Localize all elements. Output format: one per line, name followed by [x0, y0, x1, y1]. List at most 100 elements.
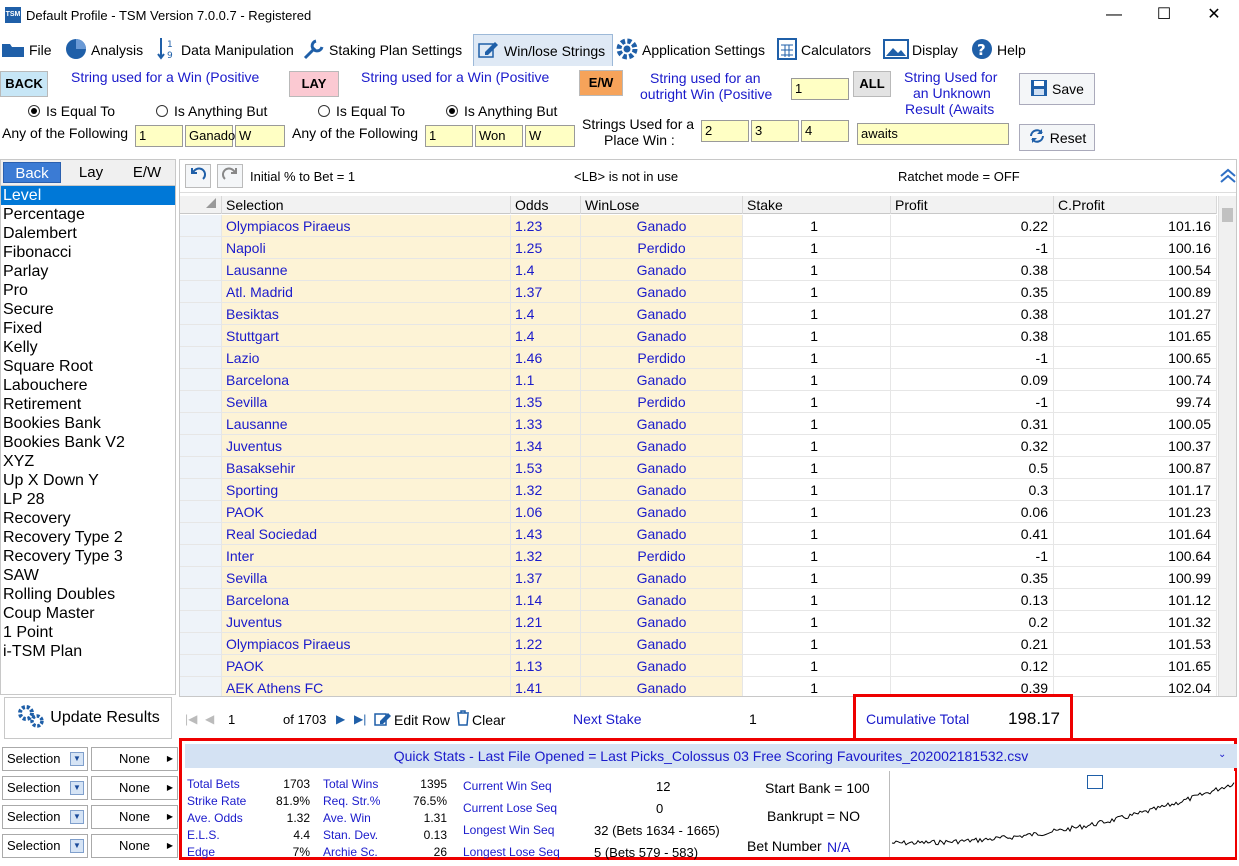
filter-value-select[interactable]: None ▶ [91, 747, 178, 771]
cell-winlose[interactable]: Ganado [581, 369, 743, 391]
plan-item[interactable]: Secure [1, 300, 175, 319]
cell-selection[interactable]: Juventus [222, 435, 511, 457]
ew-win-string[interactable]: 1 [791, 78, 849, 100]
undo-button[interactable] [185, 164, 211, 188]
plan-item[interactable]: 1 Point [1, 623, 175, 642]
cell-stake[interactable]: 1 [743, 589, 891, 611]
filter-value-select[interactable]: None ▶ [91, 805, 178, 829]
cell-profit[interactable]: 0.38 [891, 325, 1054, 347]
cell-winlose[interactable]: Ganado [581, 457, 743, 479]
row-selector[interactable] [180, 237, 222, 259]
row-selector[interactable] [180, 391, 222, 413]
table-row[interactable]: Barcelona 1.14 Ganado 1 0.13 101.12 [180, 589, 1217, 611]
save-button[interactable]: Save [1019, 73, 1095, 105]
cell-cprofit[interactable]: 101.17 [1054, 479, 1217, 501]
dropdown-arrow-icon[interactable]: ▼ [70, 752, 84, 766]
redo-button[interactable] [217, 164, 243, 188]
clear-button[interactable]: Clear [456, 710, 505, 729]
collapse-icon[interactable]: ⌄ [1218, 749, 1226, 760]
cell-selection[interactable]: Juventus [222, 611, 511, 633]
row-selector[interactable] [180, 259, 222, 281]
cell-profit[interactable]: 0.35 [891, 567, 1054, 589]
row-selector[interactable] [180, 325, 222, 347]
cell-cprofit[interactable]: 100.05 [1054, 413, 1217, 435]
row-selector[interactable] [180, 303, 222, 325]
dropdown-arrow-icon[interactable]: ▼ [70, 839, 84, 853]
row-selector[interactable] [180, 347, 222, 369]
cell-stake[interactable]: 1 [743, 523, 891, 545]
column-header[interactable]: Odds [511, 196, 581, 214]
plan-item[interactable]: XYZ [1, 452, 175, 471]
table-row[interactable]: Atl. Madrid 1.37 Ganado 1 0.35 100.89 [180, 281, 1217, 303]
cell-stake[interactable]: 1 [743, 501, 891, 523]
table-row[interactable]: Lazio 1.46 Perdido 1 -1 100.65 [180, 347, 1217, 369]
last-page-icon[interactable]: ▶| [354, 712, 366, 726]
menu-application-settings[interactable]: Application Settings [615, 34, 765, 66]
cell-winlose[interactable]: Ganado [581, 677, 743, 696]
table-row[interactable]: Lausanne 1.33 Ganado 1 0.31 100.05 [180, 413, 1217, 435]
menu-staking-plan-settings[interactable]: Staking Plan Settings [302, 34, 462, 66]
tab-ew[interactable]: E/W [119, 160, 175, 185]
cell-winlose[interactable]: Ganado [581, 281, 743, 303]
plan-item[interactable]: Percentage [1, 205, 175, 224]
cell-selection[interactable]: Olympiacos Piraeus [222, 215, 511, 237]
cell-stake[interactable]: 1 [743, 479, 891, 501]
table-row[interactable]: Napoli 1.25 Perdido 1 -1 100.16 [180, 237, 1217, 259]
back-anything-radio[interactable]: Is Anything But [156, 103, 267, 119]
cell-winlose[interactable]: Perdido [581, 237, 743, 259]
column-header[interactable]: WinLose [581, 196, 743, 214]
cell-odds[interactable]: 1.33 [511, 413, 581, 435]
cell-stake[interactable]: 1 [743, 633, 891, 655]
cell-selection[interactable]: AEK Athens FC [222, 677, 511, 696]
row-selector[interactable] [180, 655, 222, 677]
ew-place-string-3[interactable]: 4 [801, 120, 849, 142]
table-row[interactable]: Olympiacos Piraeus 1.23 Ganado 1 0.22 101.16 [180, 215, 1217, 237]
column-header[interactable]: Profit [891, 196, 1054, 214]
cell-winlose[interactable]: Perdido [581, 545, 743, 567]
cell-stake[interactable]: 1 [743, 325, 891, 347]
all-unknown-string[interactable]: awaits [857, 123, 1009, 145]
cell-cprofit[interactable]: 101.12 [1054, 589, 1217, 611]
cell-stake[interactable]: 1 [743, 611, 891, 633]
cell-cprofit[interactable]: 101.32 [1054, 611, 1217, 633]
table-row[interactable]: Juventus 1.21 Ganado 1 0.2 101.32 [180, 611, 1217, 633]
cell-odds[interactable]: 1.43 [511, 523, 581, 545]
plan-item[interactable]: Dalembert [1, 224, 175, 243]
cell-selection[interactable]: Barcelona [222, 369, 511, 391]
cell-selection[interactable]: Stuttgart [222, 325, 511, 347]
cell-profit[interactable]: 0.32 [891, 435, 1054, 457]
plan-item[interactable]: Square Root [1, 357, 175, 376]
plan-item[interactable]: Recovery [1, 509, 175, 528]
cell-stake[interactable]: 1 [743, 413, 891, 435]
table-row[interactable]: Sporting 1.32 Ganado 1 0.3 101.17 [180, 479, 1217, 501]
cell-odds[interactable]: 1.37 [511, 281, 581, 303]
grid-scrollbar[interactable] [1218, 196, 1236, 696]
cell-cprofit[interactable]: 101.64 [1054, 523, 1217, 545]
row-selector[interactable] [180, 369, 222, 391]
filter-field-select[interactable]: Selection ▼ [2, 834, 88, 858]
filter-value-select[interactable]: None ▶ [91, 776, 178, 800]
row-selector[interactable] [180, 545, 222, 567]
back-string-3[interactable]: W [235, 125, 285, 147]
column-header[interactable]: Stake [743, 196, 891, 214]
table-row[interactable]: Sevilla 1.35 Perdido 1 -1 99.74 [180, 391, 1217, 413]
plan-item[interactable]: LP 28 [1, 490, 175, 509]
lay-string-3[interactable]: W [525, 125, 575, 147]
cell-winlose[interactable]: Ganado [581, 479, 743, 501]
cell-profit[interactable]: 0.21 [891, 633, 1054, 655]
tab-lay[interactable]: Lay [63, 160, 119, 185]
cell-winlose[interactable]: Ganado [581, 215, 743, 237]
cell-stake[interactable]: 1 [743, 391, 891, 413]
cell-profit[interactable]: 0.38 [891, 303, 1054, 325]
cell-selection[interactable]: Napoli [222, 237, 511, 259]
cell-cprofit[interactable]: 102.04 [1054, 677, 1217, 696]
cell-stake[interactable]: 1 [743, 303, 891, 325]
cell-cprofit[interactable]: 101.23 [1054, 501, 1217, 523]
plan-item[interactable]: Bookies Bank V2 [1, 433, 175, 452]
cell-winlose[interactable]: Perdido [581, 347, 743, 369]
cell-odds[interactable]: 1.35 [511, 391, 581, 413]
table-row[interactable]: Stuttgart 1.4 Ganado 1 0.38 101.65 [180, 325, 1217, 347]
menu-file[interactable]: File [0, 34, 52, 66]
cell-stake[interactable]: 1 [743, 435, 891, 457]
edit-row-button[interactable]: Edit Row [374, 710, 450, 729]
